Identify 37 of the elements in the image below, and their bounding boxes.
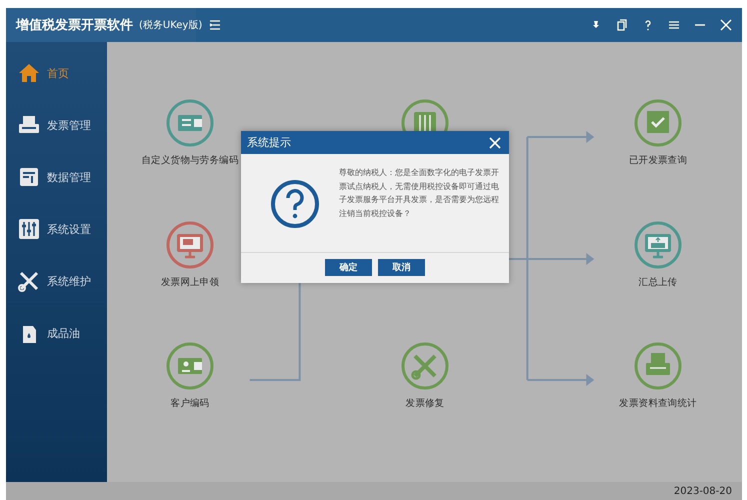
sliders-icon [18, 218, 40, 240]
upload-monitor-icon[interactable] [633, 220, 683, 270]
wallet-icon[interactable] [165, 341, 215, 391]
sidebar-item[interactable]: 系统维护 [6, 262, 107, 300]
node-label[interactable]: 发票资料查询统计 [619, 397, 697, 410]
node-label[interactable]: 发票网上申领 [160, 276, 220, 289]
sidebar-item[interactable]: 成品油 [6, 314, 107, 352]
connector-arrow [527, 253, 594, 265]
app-subtitle: (税务UKey版) [139, 18, 202, 32]
dialog-message: 尊敬的纳税人：您是全面数字化的电子发票开票试点纳税人，无需使用税控设备即可通过电子发票服务平台开具发票，是否需要为您远程注销当前税控设备？ [339, 166, 499, 220]
connector-arrow [527, 131, 594, 143]
node-label[interactable]: 自定义货物与劳务编码 [141, 154, 238, 167]
close-icon[interactable] [720, 19, 732, 31]
checked-document-icon[interactable] [633, 98, 683, 148]
confirm-button[interactable]: 确定 [325, 259, 372, 276]
restore-icon[interactable] [616, 19, 628, 31]
menu-icon[interactable] [668, 19, 680, 31]
sidebar-item[interactable]: 系统设置 [6, 210, 107, 248]
close-button[interactable] [487, 134, 503, 150]
printer-icon [18, 114, 40, 136]
tools-icon [18, 270, 40, 292]
node-label[interactable]: 已开发票查询 [628, 154, 688, 167]
wallet-card-icon[interactable] [165, 98, 215, 148]
home-icon [18, 62, 40, 84]
node-label[interactable]: 发票修复 [406, 397, 444, 410]
monitor-icon[interactable] [165, 220, 215, 270]
list-icon[interactable] [208, 18, 222, 32]
connector-arrow [527, 374, 594, 386]
app-title: 增值税发票开票软件 [16, 17, 133, 34]
question-icon [269, 178, 321, 230]
sidebar-item[interactable]: 数据管理 [6, 158, 107, 196]
node-label[interactable]: 汇总上传 [638, 276, 678, 289]
node-label[interactable]: 客户编码 [170, 397, 210, 410]
dialog-title: 系统提示 [247, 135, 291, 150]
cancel-button[interactable]: 取消 [378, 259, 425, 276]
status-date: 2023-08-20 [674, 486, 732, 496]
sidebar-item[interactable]: 发票管理 [6, 106, 107, 144]
